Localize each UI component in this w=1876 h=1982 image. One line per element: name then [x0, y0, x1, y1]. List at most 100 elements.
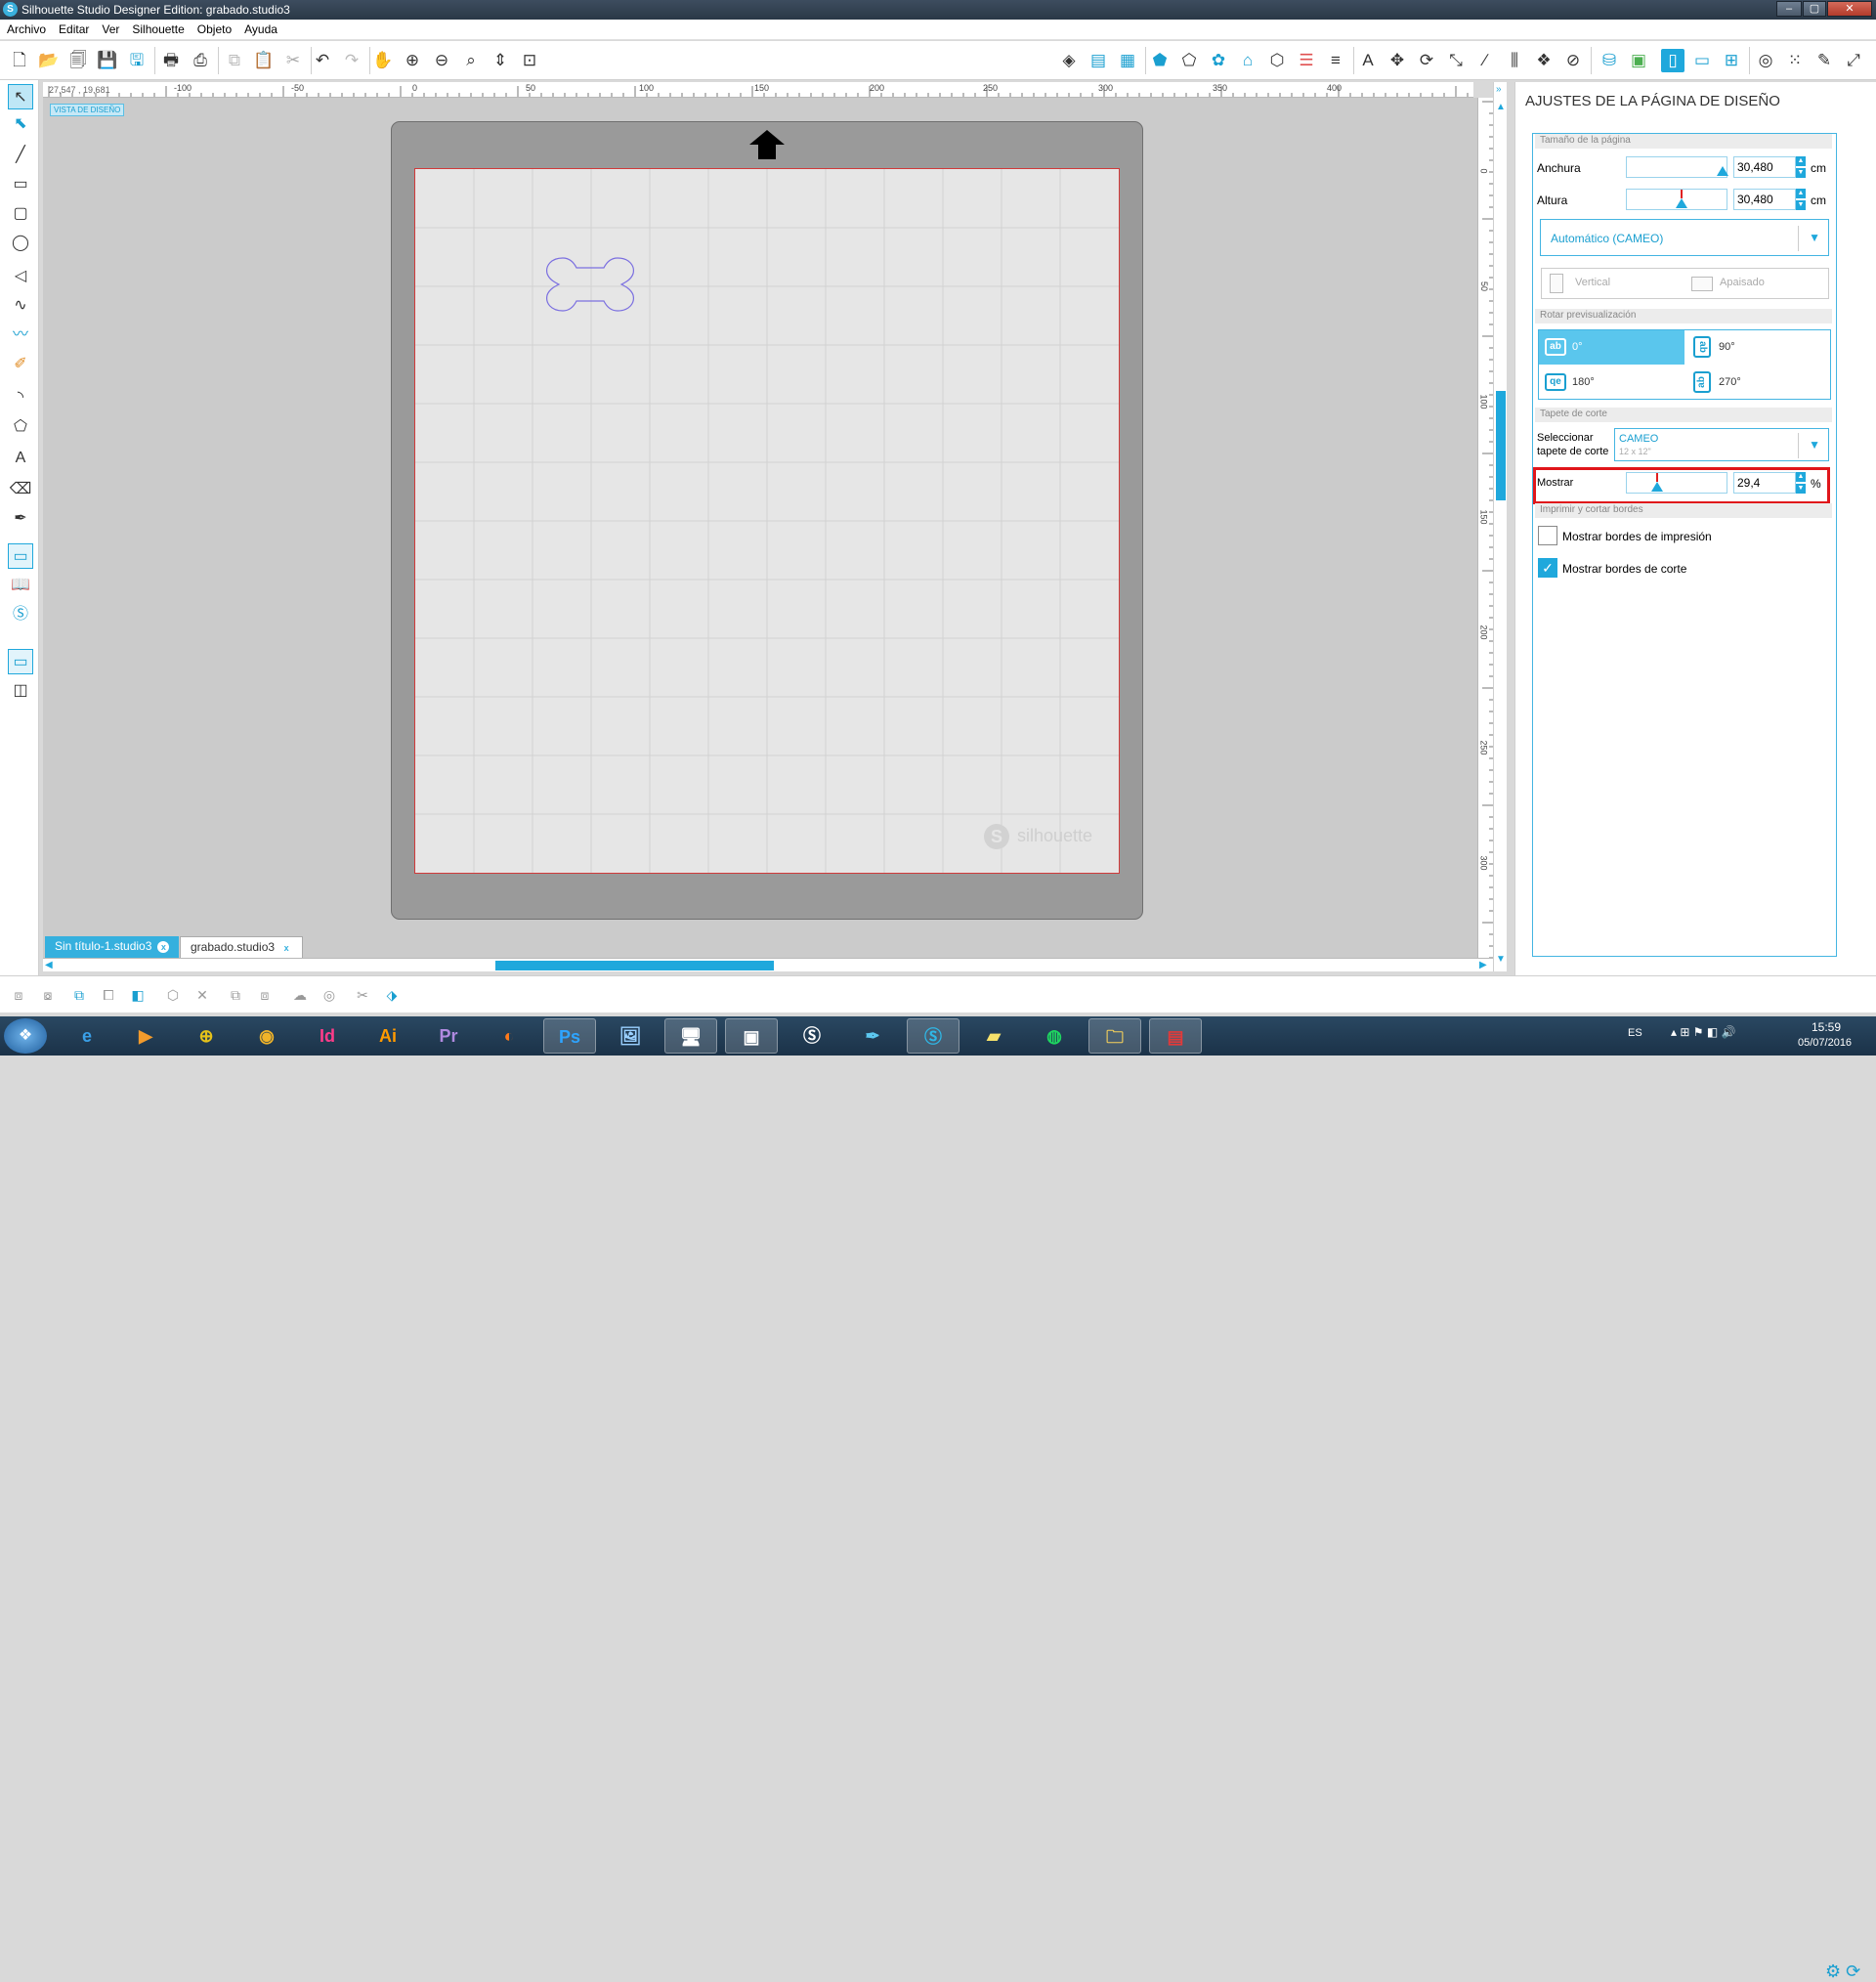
rounded-rectangle-tool-icon[interactable]: ▢	[8, 201, 33, 227]
height-stepper[interactable]: ▲ ▼	[1796, 189, 1806, 210]
redo-icon[interactable]: ↷	[340, 49, 363, 72]
media-player-icon[interactable]: ▶	[119, 1018, 172, 1054]
settings-gear-icon[interactable]: ⚙ ⟳	[1825, 1961, 1860, 1982]
rotate-180-option[interactable]: qe 180°	[1539, 366, 1684, 400]
remote-desktop-icon[interactable]: 🖥	[664, 1018, 717, 1054]
zoom-select-icon[interactable]: ⌕	[459, 49, 483, 72]
ellipse-tool-icon[interactable]: ◯	[8, 231, 33, 256]
collapse-panel-icon[interactable]: »	[1496, 84, 1502, 95]
transform-icon[interactable]: ✥	[1386, 49, 1409, 72]
menu-archivo[interactable]: Archivo	[0, 20, 52, 36]
duplicate-icon[interactable]: ⧉	[225, 984, 246, 1006]
maximize-button[interactable]: ▢	[1803, 1, 1826, 17]
landscape-icon[interactable]	[1691, 277, 1713, 291]
sticky-notes-icon[interactable]: ▰	[967, 1018, 1020, 1054]
grid-icon[interactable]: ◎	[1754, 49, 1777, 72]
height-input[interactable]: 30,480	[1733, 189, 1796, 210]
photoshop-icon[interactable]: Ps	[543, 1018, 596, 1054]
page-view-icon[interactable]: ▭	[8, 543, 33, 569]
text-tool-icon[interactable]: A	[8, 446, 33, 471]
tab-sin-titulo[interactable]: Sin título-1.studio3 x	[45, 936, 180, 958]
chrome-icon[interactable]: ◉	[240, 1018, 293, 1054]
close-window-button[interactable]: ✕	[1827, 1, 1872, 17]
windows-start-icon[interactable]: ❖	[4, 1018, 47, 1054]
cutting-mat-dropdown[interactable]: CAMEO 12 x 12" ▼	[1614, 428, 1829, 461]
mirror-icon[interactable]: ⧈	[254, 984, 276, 1006]
fit-to-page-icon[interactable]: ⊡	[518, 49, 541, 72]
modify-icon[interactable]: ⊘	[1561, 49, 1585, 72]
scroll-down-icon[interactable]: ▼	[1496, 954, 1506, 965]
zoom-out-icon[interactable]: ⊖	[430, 49, 453, 72]
page-setup-icon[interactable]: ▯	[1661, 49, 1684, 72]
silhouette-store-icon[interactable]: Ⓢ	[8, 602, 33, 627]
open-icon[interactable]: 📂	[37, 49, 61, 72]
curve-tool-icon[interactable]: ∿	[8, 293, 33, 319]
menu-silhouette[interactable]: Silhouette	[125, 20, 190, 36]
freehand-tool-icon[interactable]: 〰	[8, 323, 33, 348]
pdf-icon[interactable]: ▤	[1149, 1018, 1202, 1054]
fill-gradient-icon[interactable]: ▤	[1087, 49, 1110, 72]
pan-icon[interactable]: ✋	[371, 49, 395, 72]
text-icon[interactable]: A	[1356, 49, 1380, 72]
windows-photo-icon[interactable]: 🖼	[604, 1018, 657, 1054]
sketch-icon[interactable]: ⤢	[1842, 49, 1865, 72]
bring-to-front-icon[interactable]: ◧	[127, 984, 149, 1006]
align-icon[interactable]: ⫼	[1503, 49, 1526, 72]
line-width-icon[interactable]: ≡	[1324, 49, 1347, 72]
rotate-90-option[interactable]: ab 90°	[1685, 330, 1831, 365]
scroll-up-icon[interactable]: ▲	[1496, 102, 1506, 112]
zoom-in-icon[interactable]: ⊕	[401, 49, 424, 72]
library-icon[interactable]: ▣	[1627, 49, 1650, 72]
save-icon[interactable]: 💾	[96, 49, 119, 72]
feather-icon[interactable]: ✒	[846, 1018, 899, 1054]
cut-borders-checkbox[interactable]: ✓	[1538, 558, 1557, 578]
clock-time[interactable]: 15:59	[1812, 1020, 1841, 1034]
library-view-icon[interactable]: 📖	[8, 573, 33, 598]
uniformance-icon[interactable]: ⊕	[180, 1018, 233, 1054]
design-view-icon[interactable]: ▭	[8, 649, 33, 674]
paste-icon[interactable]: 📋	[252, 49, 276, 72]
pixscan-icon[interactable]: ✎	[1812, 49, 1836, 72]
menu-ver[interactable]: Ver	[95, 20, 125, 36]
file-explorer-icon[interactable]: 🗀	[1088, 1018, 1141, 1054]
undo-icon[interactable]: ↶	[311, 49, 334, 72]
bone-shape[interactable]	[543, 252, 637, 317]
fill-color-icon[interactable]: ◈	[1057, 49, 1081, 72]
arc-tool-icon[interactable]: ◝	[8, 385, 33, 410]
scroll-left-icon[interactable]: ◀	[45, 960, 53, 970]
orientation-landscape[interactable]: Apaisado	[1720, 277, 1765, 288]
clock-date[interactable]: 05/07/2016	[1798, 1037, 1852, 1049]
width-stepper[interactable]: ▲ ▼	[1796, 156, 1806, 178]
vertical-scrollbar[interactable]: » ▲ ▼	[1493, 82, 1507, 971]
knife-icon[interactable]: ∕	[1473, 49, 1497, 72]
height-slider[interactable]	[1626, 189, 1727, 210]
menu-editar[interactable]: Editar	[52, 20, 95, 36]
menu-ayuda[interactable]: Ayuda	[237, 20, 283, 36]
select-tool-icon[interactable]: ↖	[8, 84, 33, 109]
vertical-scroll-thumb[interactable]	[1496, 391, 1506, 500]
split-view-icon[interactable]: ◫	[8, 678, 33, 704]
minimize-button[interactable]: –	[1776, 1, 1802, 17]
orientation-vertical[interactable]: Vertical	[1575, 277, 1610, 288]
width-slider[interactable]	[1626, 156, 1728, 178]
new-document-icon[interactable]: 🗋	[8, 49, 31, 72]
zoom-drag-icon[interactable]: ⇕	[489, 49, 512, 72]
width-input[interactable]: 30,480	[1733, 156, 1796, 178]
page-size-dropdown[interactable]: Automático (CAMEO) ▼	[1540, 219, 1829, 256]
smooth-freehand-tool-icon[interactable]: ✐	[8, 352, 33, 377]
registration-icon[interactable]: ⊞	[1720, 49, 1743, 72]
send-to-cutter-icon[interactable]: ⬗	[381, 984, 403, 1006]
send-to-silhouette-icon[interactable]: ⎙	[189, 49, 212, 72]
line-panel-icon[interactable]: ☰	[1295, 49, 1318, 72]
cloud-icon[interactable]: ☁	[289, 984, 311, 1006]
horizontal-scrollbar[interactable]: ◀ ▶	[43, 958, 1493, 971]
cut-icon[interactable]: ✂	[281, 49, 305, 72]
offset-tool-icon[interactable]: ◎	[319, 984, 340, 1006]
release-compound-icon[interactable]: ⧠	[98, 984, 119, 1006]
rotate-0-option[interactable]: ab 0°	[1539, 330, 1684, 365]
line-tool-icon[interactable]: ╱	[8, 143, 33, 168]
rectangle-tool-icon[interactable]: ▭	[8, 172, 33, 197]
replicate-icon[interactable]: ❖	[1532, 49, 1556, 72]
ungroup-icon[interactable]: ⧇	[37, 984, 59, 1006]
group-icon[interactable]: ⧈	[8, 984, 29, 1006]
